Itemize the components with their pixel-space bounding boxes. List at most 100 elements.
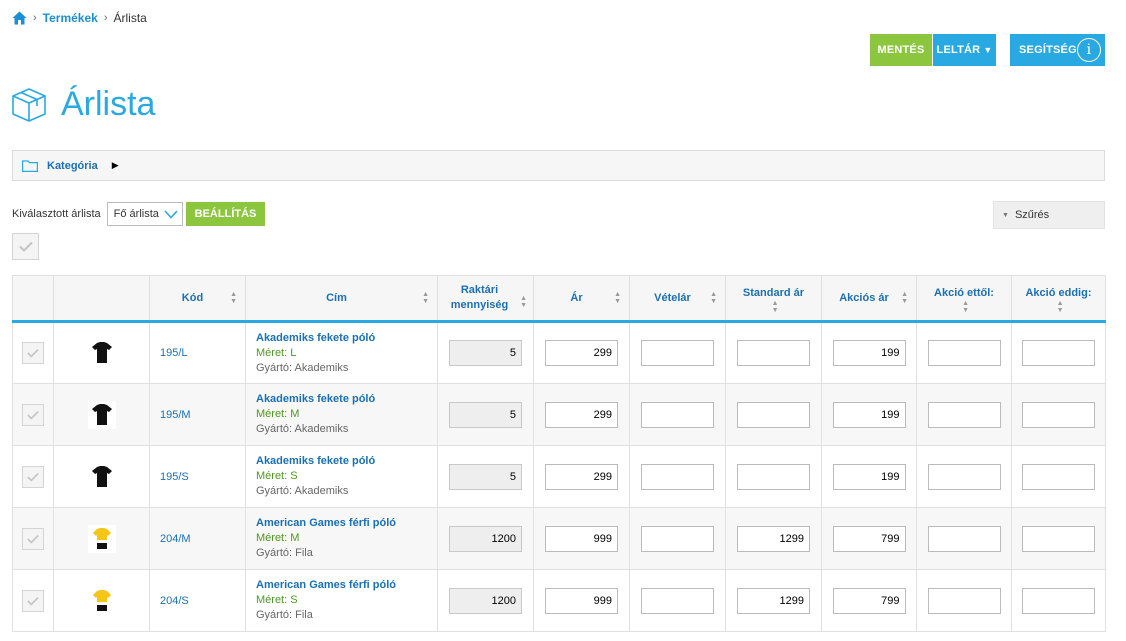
row-select-cell xyxy=(12,383,54,446)
table-row: 204/M American Games férfi póló Méret: M… xyxy=(12,507,1106,570)
yellow-shirt-icon[interactable] xyxy=(87,586,116,615)
product-size: Méret: M xyxy=(256,532,300,544)
category-bar[interactable]: Kategória ▶ xyxy=(12,150,1105,181)
header-title[interactable]: Cím ▲ ▼ xyxy=(245,275,438,323)
stock-field: 1200 xyxy=(449,587,522,614)
category-label[interactable]: Kategória xyxy=(47,160,98,172)
help-label: SEGÍTSÉG xyxy=(1019,44,1077,56)
sort-icon: ▲ ▼ xyxy=(901,291,908,305)
purchase-price-input[interactable] xyxy=(641,463,714,490)
product-name-link[interactable]: American Games férfi póló xyxy=(256,578,436,593)
row-code[interactable]: 195/L xyxy=(149,321,246,384)
row-code[interactable]: 195/M xyxy=(149,383,246,446)
header-sale-from-label: Akció ettől: xyxy=(934,287,994,299)
header-standard[interactable]: Standard ár ▲ ▼ xyxy=(725,275,822,323)
inventory-dropdown-button[interactable]: LELTÁR ▼ xyxy=(932,34,996,66)
product-name-link[interactable]: Akademiks fekete póló xyxy=(256,331,436,346)
product-name-link[interactable]: American Games férfi póló xyxy=(256,516,436,531)
header-sale-from[interactable]: Akció ettől: ▲ ▼ xyxy=(916,275,1012,323)
filter-label: Szűrés xyxy=(1014,209,1050,221)
price-input[interactable]: 299 xyxy=(545,401,618,428)
row-purchase-cell xyxy=(629,569,726,632)
sale-to-input[interactable] xyxy=(1022,587,1095,614)
purchase-price-input[interactable] xyxy=(641,401,714,428)
sale-to-input[interactable] xyxy=(1022,525,1095,552)
stock-field: 5 xyxy=(449,401,522,428)
product-name-link[interactable]: Akademiks fekete póló xyxy=(256,454,436,469)
sale-from-input[interactable] xyxy=(927,340,1001,366)
yellow-shirt-icon[interactable] xyxy=(87,524,116,553)
pricelist-select[interactable]: Fő árlista xyxy=(106,202,183,226)
standard-price-input[interactable]: 1299 xyxy=(737,587,810,614)
row-image-cell xyxy=(53,445,150,508)
sort-icon: ▲ ▼ xyxy=(614,291,621,305)
select-all-checkbox[interactable] xyxy=(12,233,39,260)
row-purchase-cell xyxy=(629,445,726,508)
standard-price-input[interactable] xyxy=(737,463,810,490)
standard-price-input[interactable]: 1299 xyxy=(737,525,810,552)
sale-from-input[interactable] xyxy=(927,525,1001,552)
row-standard-cell: 1299 xyxy=(725,507,822,570)
row-checkbox[interactable] xyxy=(22,403,44,426)
row-info: Akademiks fekete póló Méret: M Gyártó: A… xyxy=(245,383,438,446)
product-size: Méret: S xyxy=(256,594,298,606)
product-size: Méret: S xyxy=(256,470,298,482)
header-sale-to[interactable]: Akció eddig: ▲ ▼ xyxy=(1011,275,1106,323)
header-title-label: Cím xyxy=(326,291,347,304)
header-stock[interactable]: Raktári mennyiség ▲ ▼ xyxy=(437,275,534,323)
sale-price-input[interactable]: 799 xyxy=(832,525,906,552)
row-checkbox[interactable] xyxy=(22,342,44,364)
header-sale[interactable]: Akciós ár ▲ ▼ xyxy=(821,275,917,323)
page-title: Árlista xyxy=(61,85,156,123)
price-input[interactable]: 999 xyxy=(545,525,618,552)
header-code[interactable]: Kód ▲ ▼ xyxy=(149,275,246,323)
box-icon xyxy=(12,87,46,122)
filter-toggle[interactable]: ▼ Szűrés xyxy=(993,201,1105,229)
sale-price-input[interactable]: 799 xyxy=(832,587,906,614)
row-price-cell: 299 xyxy=(533,445,630,508)
black-shirt-icon[interactable] xyxy=(87,400,116,429)
sale-to-input[interactable] xyxy=(1022,401,1095,428)
breadcrumb-link-products[interactable]: Termékek xyxy=(43,11,98,25)
purchase-price-input[interactable] xyxy=(641,525,714,552)
row-sale-cell: 199 xyxy=(821,321,917,384)
page-header: Árlista xyxy=(10,85,155,124)
sale-price-input[interactable]: 199 xyxy=(832,401,906,428)
caret-right-icon[interactable]: ▶ xyxy=(112,160,119,171)
purchase-price-input[interactable] xyxy=(641,587,714,614)
row-code[interactable]: 204/M xyxy=(149,507,246,570)
header-sale-to-label: Akció eddig: xyxy=(1025,287,1092,299)
sale-price-input[interactable]: 199 xyxy=(832,463,906,490)
price-input[interactable]: 299 xyxy=(545,463,618,490)
folder-icon xyxy=(22,159,38,172)
header-purchase[interactable]: Vételár ▲ ▼ xyxy=(629,275,726,323)
sale-from-input[interactable] xyxy=(927,401,1001,428)
standard-price-input[interactable] xyxy=(737,401,810,428)
row-select-cell xyxy=(12,445,54,508)
black-shirt-icon[interactable] xyxy=(87,462,116,491)
standard-price-input[interactable] xyxy=(737,340,810,366)
row-sale-to-cell xyxy=(1011,507,1106,570)
black-shirt-icon[interactable] xyxy=(87,339,116,367)
row-checkbox[interactable] xyxy=(22,527,44,550)
row-code[interactable]: 204/S xyxy=(149,569,246,632)
help-button[interactable]: SEGÍTSÉG i xyxy=(1010,34,1105,66)
row-checkbox[interactable] xyxy=(22,589,44,612)
sale-price-input[interactable]: 199 xyxy=(832,340,906,366)
sale-from-input[interactable] xyxy=(927,587,1001,614)
row-code[interactable]: 195/S xyxy=(149,445,246,508)
row-image-cell xyxy=(53,507,150,570)
row-checkbox[interactable] xyxy=(22,465,44,488)
setup-button[interactable]: BEÁLLÍTÁS xyxy=(185,202,266,226)
price-input[interactable]: 299 xyxy=(545,340,618,366)
sale-to-input[interactable] xyxy=(1022,340,1095,366)
header-price[interactable]: Ár ▲ ▼ xyxy=(533,275,630,323)
product-name-link[interactable]: Akademiks fekete póló xyxy=(256,392,436,407)
row-standard-cell xyxy=(725,383,822,446)
home-icon[interactable] xyxy=(12,11,27,25)
sale-from-input[interactable] xyxy=(927,463,1001,490)
price-input[interactable]: 999 xyxy=(545,587,618,614)
save-button[interactable]: MENTÉS xyxy=(870,34,932,66)
sale-to-input[interactable] xyxy=(1022,463,1095,490)
purchase-price-input[interactable] xyxy=(641,340,714,366)
